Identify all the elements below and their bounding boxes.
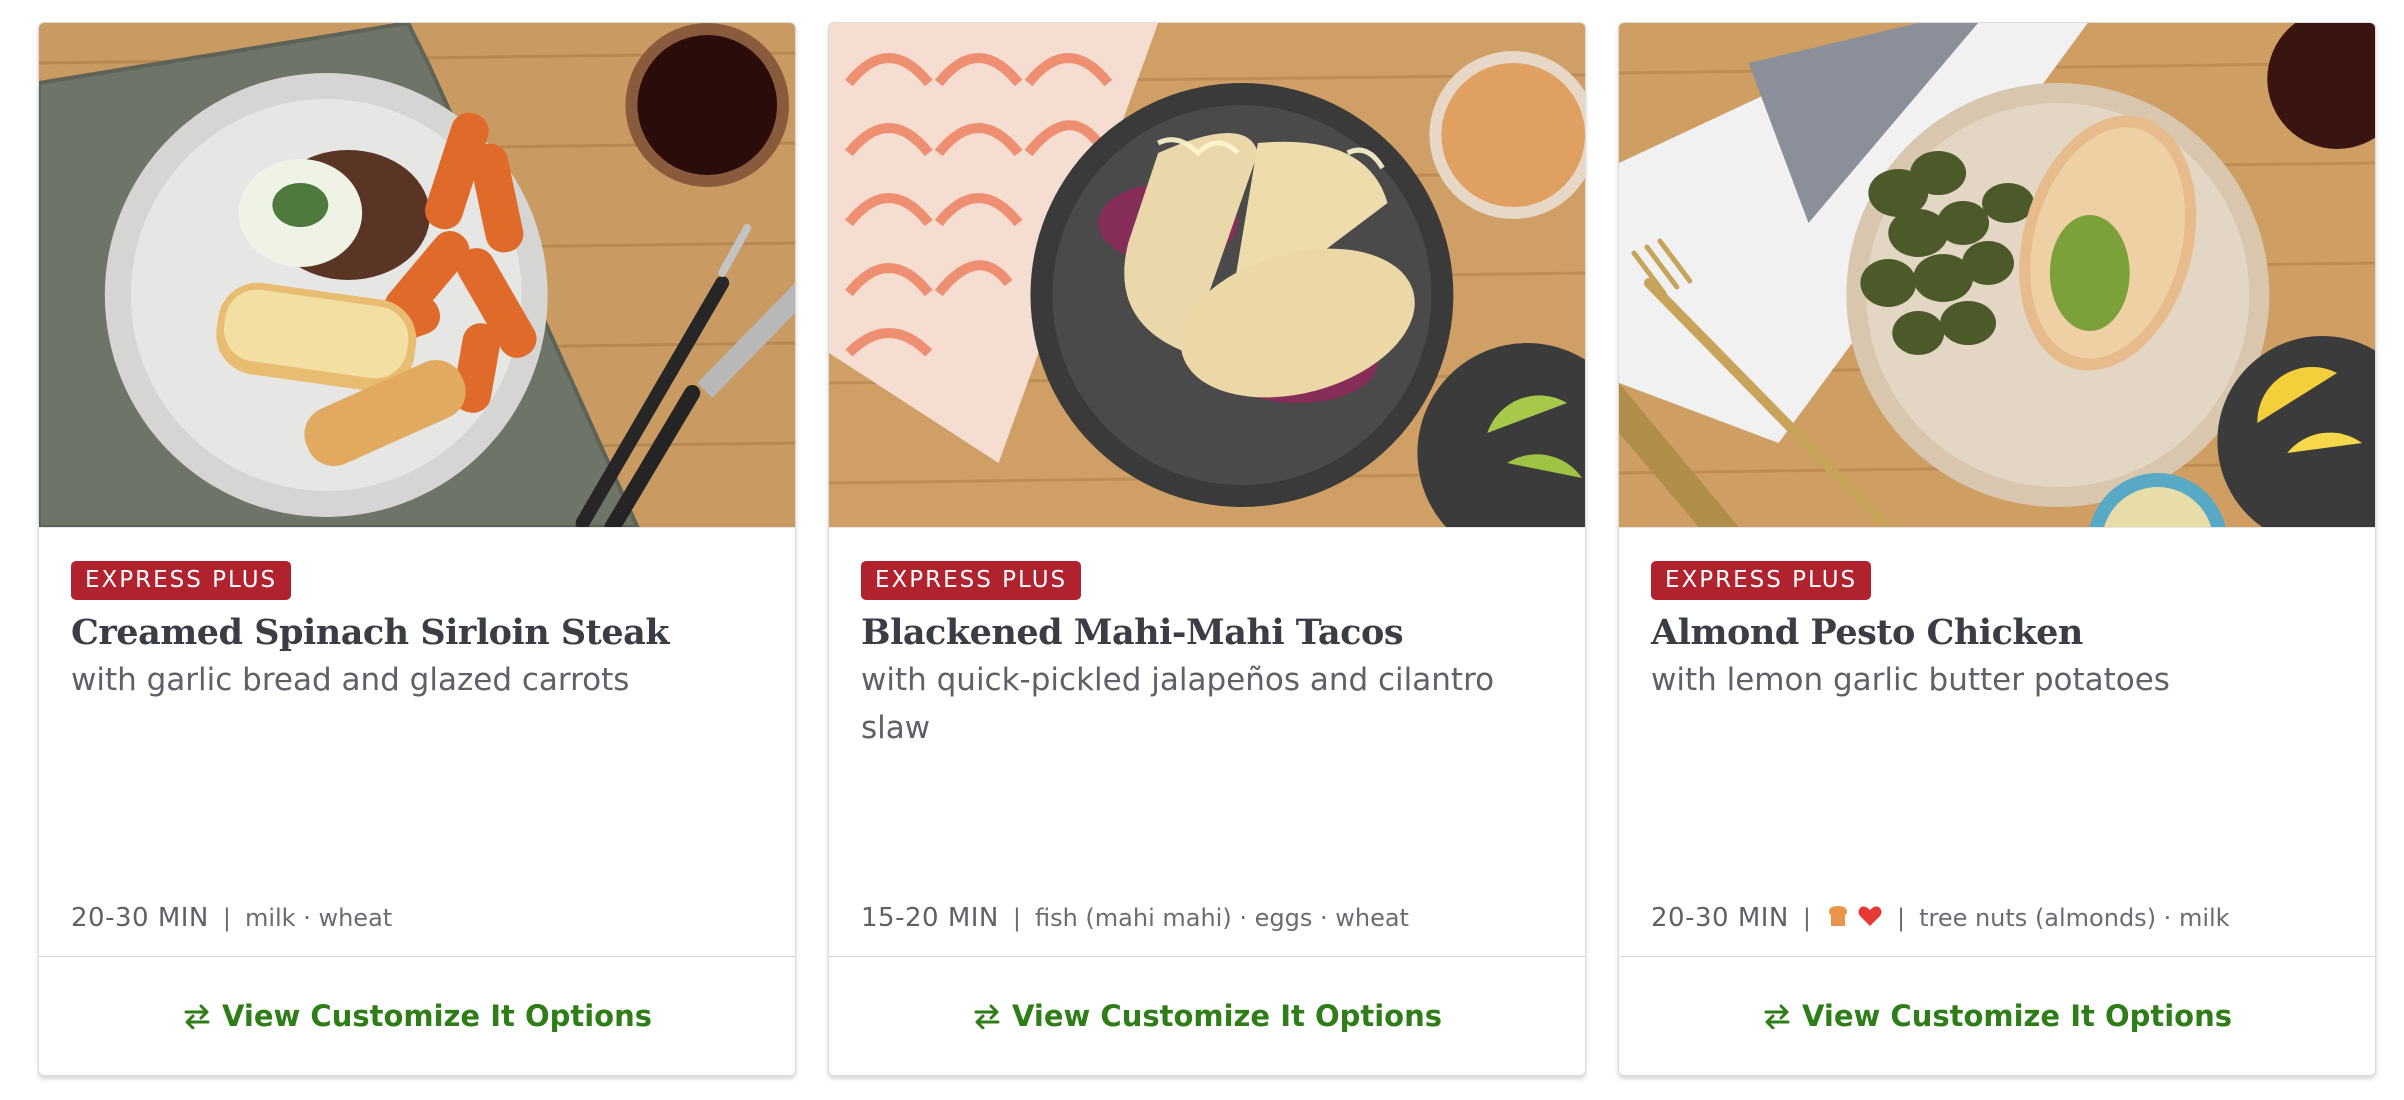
view-customize-it-options-label: View Customize It Options: [221, 999, 652, 1033]
express-plus-badge: EXPRESS PLUS: [71, 561, 292, 600]
express-plus-badge: EXPRESS PLUS: [1651, 561, 1872, 600]
meta-separator: |: [1802, 904, 1811, 932]
recipe-photo[interactable]: [39, 23, 795, 528]
express-plus-badge: EXPRESS PLUS: [861, 561, 1082, 600]
recipe-subtitle: with lemon garlic butter potatoes: [1651, 662, 2170, 698]
recipe-meta: 20-30 MIN | milk · wheat: [71, 903, 763, 933]
view-customize-it-options-button[interactable]: View Customize It Options: [1619, 956, 2375, 1075]
meta-separator: |: [1012, 904, 1021, 932]
meta-separator: |: [222, 904, 231, 932]
dietary-icons: [1825, 904, 1883, 932]
cook-time: 15-20 MIN: [861, 903, 999, 933]
swap-arrows-icon: [182, 1003, 212, 1029]
view-customize-it-options-label: View Customize It Options: [1801, 999, 2232, 1033]
allergen-list: milk · wheat: [244, 904, 393, 932]
allergen-list: tree nuts (almonds) · milk: [1919, 904, 2230, 932]
cook-time: 20-30 MIN: [71, 903, 209, 933]
recipe-subtitle: with garlic bread and glazed carrots: [71, 662, 630, 698]
swap-arrows-icon: [972, 1003, 1002, 1029]
recipe-card[interactable]: EXPRESS PLUS Creamed Spinach Sirloin Ste…: [38, 22, 796, 1076]
recipe-card-body: EXPRESS PLUS Creamed Spinach Sirloin Ste…: [71, 561, 763, 704]
recipe-title[interactable]: Creamed Spinach Sirloin Steak: [71, 610, 763, 656]
recipe-subtitle: with quick-pickled jalapeños and cilantr…: [861, 662, 1495, 746]
meta-separator: |: [1896, 904, 1906, 932]
recipe-photo[interactable]: [829, 23, 1585, 528]
recipe-card[interactable]: EXPRESS PLUS Blackened Mahi-Mahi Tacos w…: [828, 22, 1586, 1076]
recipe-card-list: EXPRESS PLUS Creamed Spinach Sirloin Ste…: [38, 22, 2378, 1076]
recipe-title[interactable]: Blackened Mahi-Mahi Tacos: [861, 610, 1553, 656]
recipe-title[interactable]: Almond Pesto Chicken: [1651, 610, 2343, 656]
carb-conscious-icon: [1825, 904, 1851, 932]
recipe-meta: 20-30 MIN | | tree nuts (almonds) · milk: [1651, 903, 2343, 933]
recipe-meta: 15-20 MIN | fish (mahi mahi) · eggs · wh…: [861, 903, 1553, 933]
recipe-card[interactable]: EXPRESS PLUS Almond Pesto Chicken with l…: [1618, 22, 2376, 1076]
view-customize-it-options-button[interactable]: View Customize It Options: [39, 956, 795, 1075]
heart-healthy-icon: [1857, 904, 1883, 932]
swap-arrows-icon: [1762, 1003, 1792, 1029]
recipe-photo[interactable]: [1619, 23, 2375, 528]
recipe-card-body: EXPRESS PLUS Almond Pesto Chicken with l…: [1651, 561, 2343, 704]
view-customize-it-options-label: View Customize It Options: [1011, 999, 1442, 1033]
recipe-card-body: EXPRESS PLUS Blackened Mahi-Mahi Tacos w…: [861, 561, 1553, 752]
allergen-list: fish (mahi mahi) · eggs · wheat: [1034, 904, 1409, 932]
cook-time: 20-30 MIN: [1651, 903, 1789, 933]
view-customize-it-options-button[interactable]: View Customize It Options: [829, 956, 1585, 1075]
